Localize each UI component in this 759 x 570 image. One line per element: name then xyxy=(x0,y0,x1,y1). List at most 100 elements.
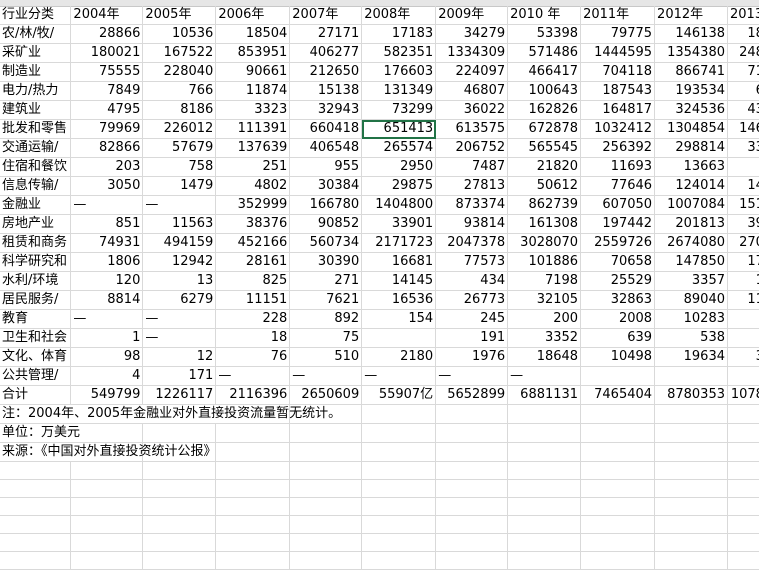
data-cell[interactable]: 212650 xyxy=(289,62,363,82)
data-cell[interactable]: 27171 xyxy=(289,24,363,44)
data-cell[interactable]: 193534 xyxy=(654,81,728,101)
data-cell[interactable]: 538 xyxy=(654,328,728,348)
empty-cell[interactable] xyxy=(507,551,582,570)
data-cell[interactable]: 90661 xyxy=(215,62,291,82)
data-cell[interactable]: 226012 xyxy=(142,119,217,139)
empty-cell[interactable] xyxy=(727,479,759,498)
data-cell[interactable]: 10784371 xyxy=(727,385,759,405)
empty-cell[interactable] xyxy=(580,404,656,424)
data-cell[interactable]: 330723 xyxy=(727,138,759,158)
data-cell[interactable]: 3323 xyxy=(215,100,291,120)
data-cell[interactable]: 53398 xyxy=(507,24,582,44)
data-cell[interactable]: 1404800 xyxy=(361,195,437,215)
data-cell[interactable]: 137639 xyxy=(215,138,291,158)
data-cell[interactable]: — xyxy=(361,366,437,386)
data-cell[interactable]: 55907亿 xyxy=(361,385,437,405)
data-cell[interactable]: 131349 xyxy=(361,81,437,101)
row-label-cell[interactable]: 科学研究和 xyxy=(0,252,72,272)
data-cell[interactable]: 560734 xyxy=(289,233,363,253)
data-cell[interactable]: 298814 xyxy=(654,138,728,158)
data-cell[interactable]: 1032412 xyxy=(580,119,656,139)
data-cell[interactable]: 90852 xyxy=(289,214,363,234)
data-cell[interactable]: 766 xyxy=(142,81,217,101)
data-cell[interactable]: 140088 xyxy=(727,176,759,196)
data-cell[interactable]: 955 xyxy=(289,157,363,177)
empty-cell[interactable] xyxy=(654,479,728,498)
data-cell[interactable]: 2674080 xyxy=(654,233,728,253)
data-cell[interactable] xyxy=(361,328,437,348)
data-cell[interactable]: 32943 xyxy=(289,100,363,120)
data-cell[interactable]: 265574 xyxy=(361,138,437,158)
data-cell[interactable] xyxy=(654,366,728,386)
empty-cell[interactable] xyxy=(435,423,509,443)
data-cell[interactable]: 1304854 xyxy=(654,119,728,139)
data-cell[interactable]: 5652899 xyxy=(435,385,509,405)
empty-cell[interactable] xyxy=(580,551,656,570)
empty-cell[interactable] xyxy=(580,461,656,480)
empty-cell[interactable] xyxy=(435,533,509,552)
empty-cell[interactable] xyxy=(70,551,144,570)
data-cell[interactable]: 10498 xyxy=(580,347,656,367)
empty-cell[interactable] xyxy=(361,404,437,424)
data-cell[interactable]: 74931 xyxy=(70,233,144,253)
empty-cell[interactable] xyxy=(289,423,363,443)
empty-cell[interactable] xyxy=(727,442,759,462)
data-cell[interactable]: 112918 xyxy=(727,290,759,310)
empty-cell[interactable] xyxy=(361,479,437,498)
data-cell[interactable] xyxy=(727,366,759,386)
row-label-cell[interactable]: 水利/环境 xyxy=(0,271,72,291)
data-cell[interactable]: 324536 xyxy=(654,100,728,120)
data-cell[interactable]: 1976 xyxy=(435,347,509,367)
data-cell[interactable]: 613575 xyxy=(435,119,509,139)
empty-cell[interactable] xyxy=(361,515,437,534)
data-cell[interactable]: 1806 xyxy=(70,252,144,272)
row-label-cell[interactable]: 租赁和商务 xyxy=(0,233,72,253)
data-cell[interactable]: 228 xyxy=(215,309,291,329)
data-cell[interactable]: 171 xyxy=(142,366,217,386)
data-cell[interactable]: 8780353 xyxy=(654,385,728,405)
data-cell[interactable]: 7465404 xyxy=(580,385,656,405)
empty-cell[interactable] xyxy=(654,533,728,552)
row-label-cell[interactable]: 采矿业 xyxy=(0,43,72,63)
data-cell[interactable]: 18 xyxy=(215,328,291,348)
data-cell[interactable]: 494159 xyxy=(142,233,217,253)
empty-cell[interactable] xyxy=(507,404,582,424)
empty-cell[interactable] xyxy=(727,533,759,552)
data-cell[interactable]: 187543 xyxy=(580,81,656,101)
data-cell[interactable]: 10536 xyxy=(142,24,217,44)
empty-cell[interactable] xyxy=(580,423,656,443)
data-cell[interactable]: 201813 xyxy=(654,214,728,234)
empty-cell[interactable] xyxy=(435,461,509,480)
data-cell[interactable]: 758 xyxy=(142,157,217,177)
data-cell[interactable]: 206752 xyxy=(435,138,509,158)
data-cell[interactable]: 75 xyxy=(289,328,363,348)
data-cell[interactable]: 11693 xyxy=(580,157,656,177)
empty-cell[interactable] xyxy=(654,442,728,462)
row-label-cell[interactable]: 建筑业 xyxy=(0,100,72,120)
data-cell[interactable]: 4802 xyxy=(215,176,291,196)
data-cell[interactable]: 38376 xyxy=(215,214,291,234)
data-cell[interactable]: 8814 xyxy=(70,290,144,310)
data-cell[interactable]: 36022 xyxy=(435,100,509,120)
data-cell[interactable]: 406548 xyxy=(289,138,363,158)
empty-cell[interactable] xyxy=(0,551,72,570)
note-cell[interactable]: 注：2004年、2005年金融业对外直接投资流量暂无统计。 xyxy=(0,404,341,424)
row-label-cell[interactable]: 住宿和餐饮 xyxy=(0,157,72,177)
data-cell[interactable]: 251 xyxy=(215,157,291,177)
data-cell[interactable]: 15138 xyxy=(289,81,363,101)
data-cell[interactable]: 12942 xyxy=(142,252,217,272)
data-cell[interactable]: 82866 xyxy=(70,138,144,158)
header-cell-year[interactable]: 2006年 xyxy=(215,6,291,25)
data-cell[interactable]: 672878 xyxy=(507,119,582,139)
header-cell-year[interactable]: 2011年 xyxy=(580,6,656,25)
data-cell[interactable]: 866741 xyxy=(654,62,728,82)
data-cell[interactable]: 719715 xyxy=(727,62,759,82)
data-cell[interactable]: 4795 xyxy=(70,100,144,120)
data-cell[interactable]: 352999 xyxy=(215,195,291,215)
empty-cell[interactable] xyxy=(654,497,728,516)
empty-cell[interactable] xyxy=(507,533,582,552)
header-cell-year[interactable]: 2010 年 xyxy=(507,6,582,25)
empty-cell[interactable] xyxy=(142,515,217,534)
data-cell[interactable]: 17183 xyxy=(361,24,437,44)
data-cell[interactable]: 582351 xyxy=(361,43,437,63)
